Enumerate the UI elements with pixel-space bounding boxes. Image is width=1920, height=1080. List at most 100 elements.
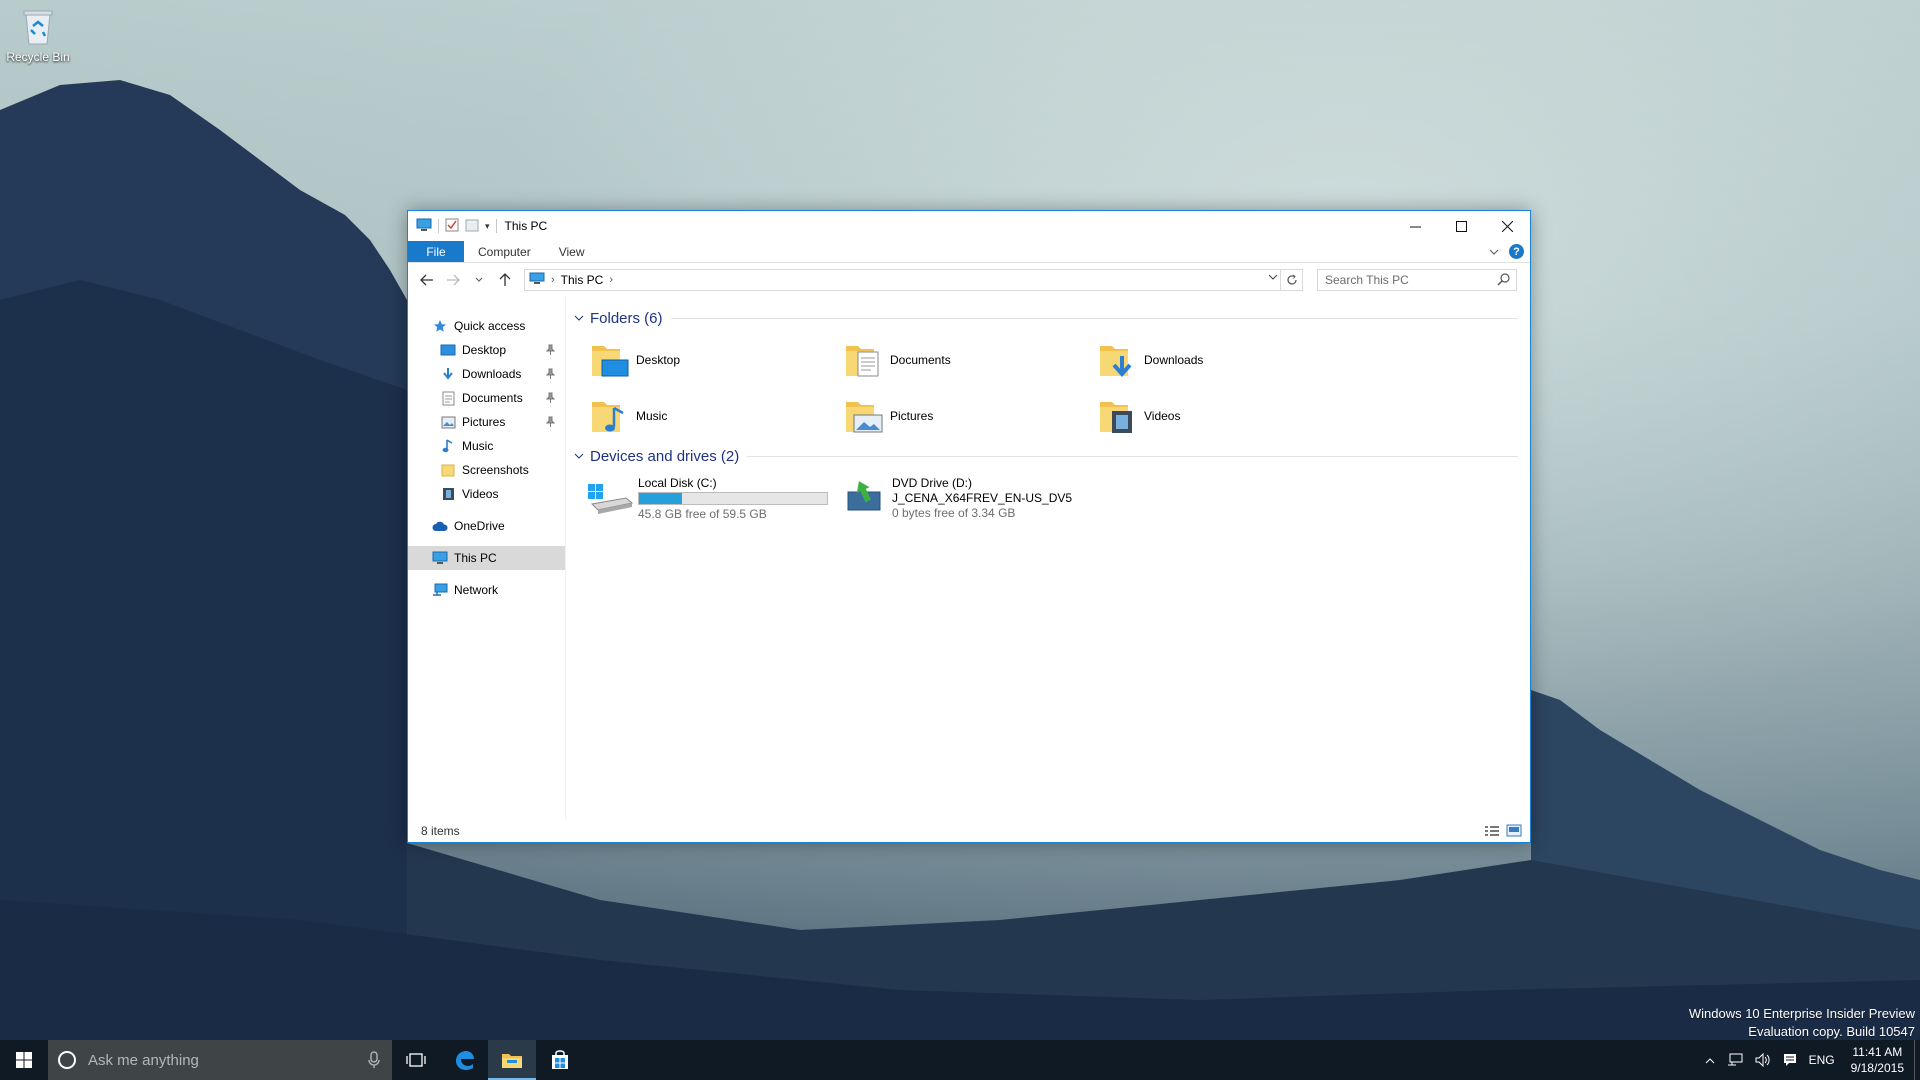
file-explorer-window: ▾ This PC File Computer View ? › This PC…	[407, 210, 1531, 843]
desktop-icon-recycle-bin[interactable]: Recycle Bin	[6, 8, 70, 64]
sidebar-item-this-pc[interactable]: This PC	[408, 546, 565, 570]
folder-label: Videos	[1144, 409, 1181, 423]
tab-computer[interactable]: Computer	[464, 241, 545, 262]
sidebar-item-documents[interactable]: Documents	[408, 386, 565, 410]
sidebar-item-pictures[interactable]: Pictures	[408, 410, 565, 434]
tab-file[interactable]: File	[408, 241, 464, 262]
sidebar-item-desktop[interactable]: Desktop	[408, 338, 565, 362]
group-title: Folders (6)	[590, 309, 663, 327]
tab-view[interactable]: View	[545, 241, 599, 262]
folder-downloads[interactable]: Downloads	[1098, 338, 1352, 382]
group-header-folders[interactable]: Folders (6)	[574, 306, 1524, 330]
recent-locations-button[interactable]	[468, 269, 490, 291]
action-center-button[interactable]	[1777, 1040, 1803, 1080]
search-box[interactable]	[1317, 269, 1517, 291]
breadcrumb-this-pc[interactable]: This PC	[561, 273, 604, 287]
downloads-folder-icon	[1098, 340, 1138, 380]
folder-label: Downloads	[1144, 353, 1204, 367]
task-view-button[interactable]	[392, 1040, 440, 1080]
large-icons-view-icon[interactable]	[1506, 824, 1522, 840]
file-explorer-icon	[502, 1054, 522, 1068]
folder-music[interactable]: Music	[590, 394, 844, 438]
pin-icon[interactable]	[545, 344, 556, 358]
minimize-button[interactable]	[1392, 211, 1438, 241]
pin-icon[interactable]	[545, 368, 556, 382]
desktop-folder-icon	[590, 340, 630, 380]
title-bar[interactable]: ▾ This PC	[408, 211, 1530, 241]
content-pane: Folders (6) Desktop Documents Downloads …	[566, 298, 1530, 820]
hard-drive-icon	[586, 476, 634, 516]
input-language-indicator[interactable]: ENG	[1803, 1040, 1841, 1080]
help-icon[interactable]: ?	[1509, 244, 1524, 259]
customize-toolbar-icon[interactable]: ▾	[485, 221, 490, 232]
breadcrumb-chevron-icon[interactable]: ›	[551, 274, 555, 286]
taskbar-search-input[interactable]	[88, 1051, 348, 1069]
clock[interactable]: 11:41 AM 9/18/2015	[1841, 1044, 1914, 1076]
address-dropdown-icon[interactable]	[1268, 273, 1278, 284]
sidebar-item-label: OneDrive	[454, 519, 505, 533]
forward-button[interactable]	[442, 269, 464, 291]
sidebar-item-onedrive[interactable]: OneDrive	[408, 514, 565, 538]
expand-ribbon-icon[interactable]	[1489, 245, 1499, 259]
sidebar-item-label: Screenshots	[462, 463, 529, 477]
folder-desktop[interactable]: Desktop	[590, 338, 844, 382]
show-hidden-icons-button[interactable]	[1699, 1040, 1721, 1080]
this-pc-icon[interactable]	[416, 218, 432, 235]
star-icon	[432, 318, 448, 334]
collapse-chevron-icon[interactable]	[574, 449, 588, 463]
watermark-line-2: Evaluation copy. Build 10547	[1748, 1024, 1915, 1039]
sidebar-item-quick-access[interactable]: Quick access	[408, 314, 565, 338]
cortana-search-box[interactable]	[48, 1040, 392, 1080]
store-taskbar-button[interactable]	[536, 1040, 584, 1080]
videos-icon	[440, 486, 456, 502]
navigation-bar: › This PC ›	[408, 263, 1530, 297]
documents-folder-icon	[844, 340, 884, 380]
folder-label: Music	[636, 409, 668, 423]
window-title: This PC	[504, 219, 548, 233]
refresh-icon[interactable]	[1280, 270, 1302, 290]
folder-videos[interactable]: Videos	[1098, 394, 1352, 438]
address-bar[interactable]: › This PC ›	[524, 269, 1303, 291]
pin-icon[interactable]	[545, 392, 556, 406]
volume-tray-button[interactable]	[1749, 1040, 1777, 1080]
network-tray-button[interactable]	[1721, 1040, 1749, 1080]
sidebar-item-label: Documents	[462, 391, 523, 405]
start-button[interactable]	[0, 1040, 48, 1080]
show-desktop-button[interactable]	[1914, 1040, 1920, 1080]
sidebar-item-screenshots[interactable]: Screenshots	[408, 458, 565, 482]
music-icon	[440, 438, 456, 454]
clock-date: 9/18/2015	[1850, 1061, 1904, 1075]
folder-pictures[interactable]: Pictures	[844, 394, 1098, 438]
sidebar-item-downloads[interactable]: Downloads	[408, 362, 565, 386]
maximize-button[interactable]	[1438, 211, 1484, 241]
breadcrumb-chevron-icon[interactable]: ›	[609, 274, 613, 286]
back-button[interactable]	[416, 269, 438, 291]
action-center-icon	[1783, 1054, 1796, 1066]
microphone-icon[interactable]	[368, 1051, 380, 1072]
this-pc-icon	[432, 550, 448, 566]
group-title: Devices and drives (2)	[590, 447, 740, 465]
close-button[interactable]	[1484, 211, 1530, 241]
pin-icon[interactable]	[545, 416, 556, 430]
file-explorer-taskbar-button[interactable]	[488, 1040, 536, 1080]
folder-documents[interactable]: Documents	[844, 338, 1098, 382]
new-folder-icon[interactable]	[465, 218, 479, 235]
drive-local-disk-c[interactable]: Local Disk (C:) 45.8 GB free of 59.5 GB	[586, 476, 840, 522]
sidebar-item-videos[interactable]: Videos	[408, 482, 565, 506]
properties-icon[interactable]	[445, 218, 459, 235]
details-view-icon[interactable]	[1484, 824, 1500, 840]
drive-dvd-d[interactable]: DVD Drive (D:) J_CENA_X64FREV_EN-US_DV5 …	[840, 476, 1094, 522]
group-header-devices[interactable]: Devices and drives (2)	[574, 444, 1524, 468]
sidebar-item-label: Videos	[462, 487, 499, 501]
search-icon[interactable]	[1497, 273, 1510, 289]
edge-taskbar-button[interactable]	[440, 1040, 488, 1080]
search-input[interactable]	[1325, 273, 1485, 287]
collapse-chevron-icon[interactable]	[574, 311, 588, 325]
sidebar-item-music[interactable]: Music	[408, 434, 565, 458]
sidebar-item-label: Network	[454, 583, 499, 597]
up-button[interactable]	[494, 269, 516, 291]
sidebar-item-network[interactable]: Network	[408, 578, 565, 602]
folders-grid: Desktop Documents Downloads Music Pictur…	[590, 338, 1524, 438]
dvd-drive-icon	[840, 476, 888, 516]
system-tray: ENG 11:41 AM 9/18/2015	[1699, 1040, 1920, 1080]
